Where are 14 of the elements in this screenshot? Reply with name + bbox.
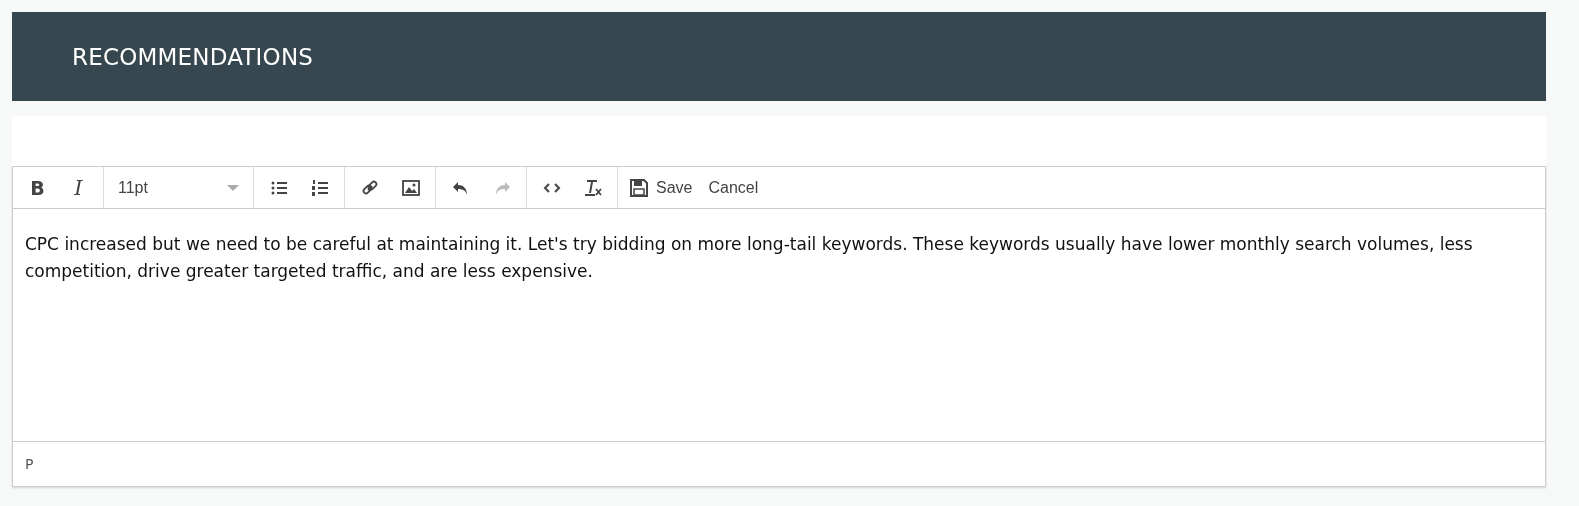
editor-text: CPC increased but we need to be careful at maintaining it. Let's try bidding on more long-tail keywords. These keywords usually have lower monthly search volumes, less competition, drive greater targeted traffic, and are less expensive. — [24, 233, 1474, 283]
bold-button[interactable]: B — [19, 170, 56, 205]
panel-title: RECOMMENDATIONS — [72, 43, 314, 70]
caret-icon — [227, 184, 239, 191]
cancel-button[interactable]: Cancel — [702, 170, 765, 205]
font-size-dropdown[interactable]: 11pt — [104, 167, 254, 208]
clear-format-icon — [583, 178, 602, 197]
link-icon — [360, 178, 379, 197]
italic-button[interactable]: I — [60, 170, 97, 205]
image-icon — [401, 178, 420, 197]
save-icon — [630, 178, 648, 197]
save-button[interactable]: Save — [624, 170, 699, 205]
numbered-list-icon — [310, 178, 329, 197]
element-path: P — [25, 456, 34, 472]
